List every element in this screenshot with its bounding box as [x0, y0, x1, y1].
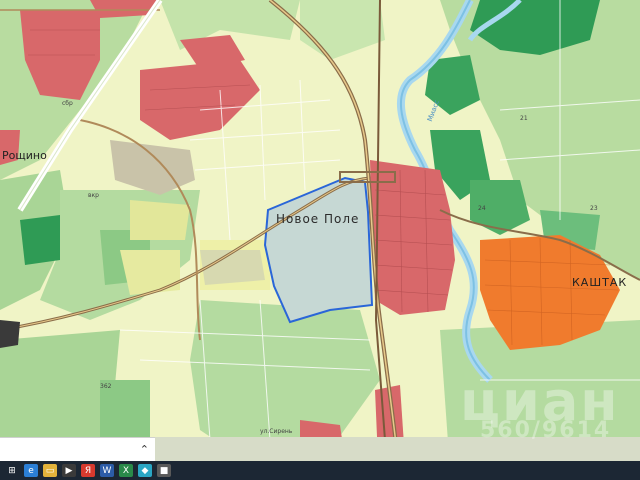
app-icon[interactable]: ◆ [138, 464, 152, 477]
word-icon[interactable]: W [100, 464, 114, 477]
yandex-icon[interactable]: Я [81, 464, 95, 477]
media-icon[interactable]: ▶ [62, 464, 76, 477]
taskbar: ⊞ e ▭ ▶ Я W X ◆ ■ [0, 461, 640, 480]
search-box[interactable]: ⌃ [0, 437, 155, 462]
map-small-label: ул.Сирень [260, 428, 293, 435]
terminal-icon[interactable]: ■ [157, 464, 171, 477]
map-view[interactable]: Новое Поле КАШТАК Рощино Миасс сбр вкр 2… [0, 0, 640, 480]
map-small-label: 362 [100, 383, 112, 390]
folder-icon[interactable]: ▭ [43, 464, 57, 477]
start-icon[interactable]: ⊞ [5, 464, 19, 477]
excel-icon[interactable]: X [119, 464, 133, 477]
watermark-id: 560/9614 [480, 418, 612, 443]
map-small-label: 23 [590, 205, 598, 212]
edge-icon[interactable]: e [24, 464, 38, 477]
map-small-label: сбр [62, 100, 73, 107]
map-small-label: 21 [520, 115, 528, 122]
map-small-label: вкр [88, 192, 99, 199]
map-small-label: 24 [478, 205, 486, 212]
chevron-up-icon[interactable]: ⌃ [140, 443, 149, 456]
